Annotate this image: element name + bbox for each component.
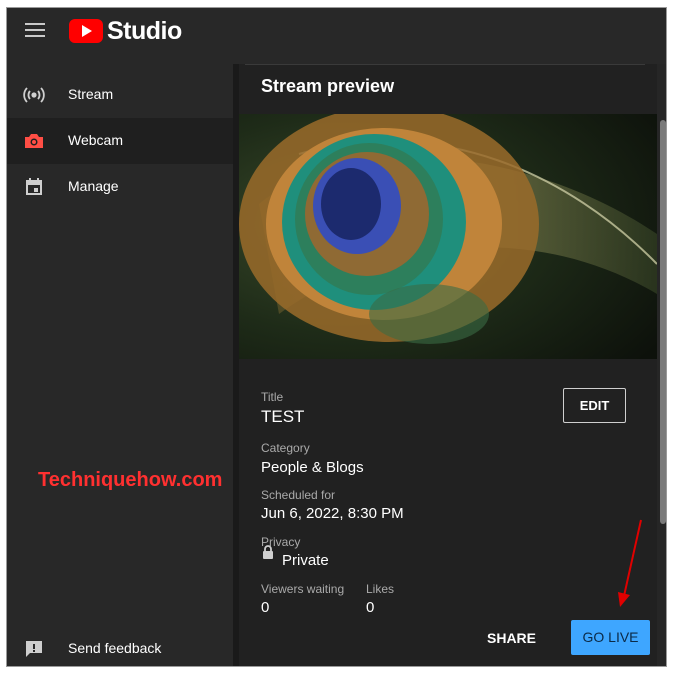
scrollbar-thumb[interactable] [660,120,666,524]
panel-top-border [245,64,645,65]
webcam-preview-image [239,114,657,359]
likes-value: 0 [366,599,375,616]
category-value: People & Blogs [261,459,364,476]
watermark-text: Techniquehow.com [38,469,223,491]
sidebar-item-label: Manage [68,178,119,194]
stream-broadcast-icon [23,87,45,103]
stream-preview-panel: Stream preview Title TEST EDIT Category … [239,64,657,666]
top-bar: Studio [7,8,666,62]
title-value: TEST [261,407,305,426]
youtube-play-icon [69,19,103,43]
title-label: Title [261,390,284,404]
share-button[interactable]: SHARE [487,630,536,646]
panel-title: Stream preview [261,76,395,96]
logo-text: Studio [107,16,182,45]
sidebar-item-label: Webcam [68,132,123,148]
edit-button[interactable]: EDIT [563,388,626,423]
sidebar-item-label: Stream [68,86,114,102]
calendar-icon [26,178,42,195]
lock-icon [263,545,273,559]
studio-window: Studio Stream Webcam Manage Techniquehow… [6,7,667,667]
viewers-waiting-value: 0 [261,599,270,616]
privacy-value: Private [282,552,329,569]
likes-label: Likes [366,582,395,596]
sidebar-item-manage[interactable]: Manage [7,164,233,210]
sidebar-item-webcam[interactable]: Webcam [7,118,233,164]
send-feedback-label: Send feedback [68,640,162,656]
scheduled-value: Jun 6, 2022, 8:30 PM [261,505,404,522]
go-live-button[interactable]: GO LIVE [571,620,650,655]
scheduled-label: Scheduled for [261,488,336,502]
feedback-icon [26,641,42,657]
viewers-waiting-label: Viewers waiting [261,582,345,596]
camera-icon [25,134,43,148]
send-feedback-button[interactable]: Send feedback [7,626,233,666]
youtube-studio-logo[interactable]: Studio [69,16,182,45]
hamburger-menu-icon[interactable] [25,23,45,39]
category-label: Category [261,441,310,455]
sidebar: Stream Webcam Manage Techniquehow.com Se… [7,64,233,666]
sidebar-item-stream[interactable]: Stream [7,72,233,118]
